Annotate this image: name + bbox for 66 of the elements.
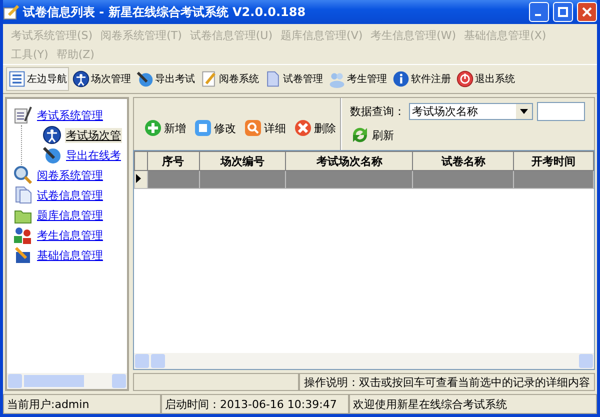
close-button[interactable]: [577, 2, 597, 22]
maximize-button[interactable]: [553, 2, 573, 22]
status-text: 当前用户:admin: [3, 394, 161, 414]
window-title: 试卷信息列表 - 新星在线综合考试系统 V2.0.0.188: [23, 4, 307, 20]
column-header[interactable]: 开考时间: [514, 152, 594, 170]
maximize-icon: [558, 7, 568, 17]
toolbar-icon: [72, 70, 90, 88]
horizontal-scrollbar[interactable]: [7, 373, 127, 389]
action-button[interactable]: 新增: [144, 119, 186, 137]
tree-link[interactable]: 题库信息管理: [36, 208, 104, 222]
toolbar-icon: [8, 70, 26, 88]
action-button[interactable]: 删除: [294, 119, 336, 137]
tree-link[interactable]: 考生信息管理: [36, 228, 104, 242]
tree-link[interactable]: 试卷信息管理: [36, 188, 104, 202]
minimize-icon: [535, 14, 541, 16]
toolbar-icon: [392, 70, 410, 88]
table-row[interactable]: [134, 170, 594, 188]
query-input[interactable]: [537, 102, 585, 121]
toolbar-button[interactable]: 退出系统: [454, 67, 517, 91]
tree-icon: [13, 245, 33, 265]
tree-link[interactable]: 考试场次管: [65, 128, 122, 142]
column-header[interactable]: 序号: [147, 152, 200, 170]
toolbar-icon: [264, 70, 282, 88]
column-header[interactable]: 试卷名称: [412, 152, 514, 170]
column-header[interactable]: 场次编号: [199, 152, 286, 170]
row-pointer-icon: [136, 174, 141, 183]
tree-link[interactable]: 阅卷系统管理: [36, 168, 104, 182]
refresh-button[interactable]: 刷新: [350, 125, 585, 145]
toolbar-button[interactable]: 考生管理: [326, 67, 389, 91]
query-label: 数据查询：: [350, 104, 405, 119]
tree-icon: [42, 125, 62, 145]
refresh-icon: [350, 125, 370, 145]
tree-link[interactable]: 导出在线考: [65, 148, 122, 162]
action-icon: [244, 119, 262, 137]
window-icon: [3, 4, 19, 20]
tree-icon: [13, 225, 33, 245]
toolbar-button[interactable]: 左边导航: [6, 67, 69, 91]
action-button[interactable]: 详细: [244, 119, 286, 137]
tree-icon: [13, 105, 33, 125]
minimize-button[interactable]: [529, 2, 549, 22]
toolbar-button[interactable]: 软件注册: [390, 67, 453, 91]
column-header[interactable]: 考试场次名称: [286, 152, 413, 170]
toolbar-button[interactable]: 场次管理: [70, 67, 133, 91]
toolbar-icon: [200, 70, 218, 88]
status-text: 启动时间：2013-06-16 10:39:47: [161, 394, 349, 414]
dropdown-arrow-icon: [520, 109, 528, 114]
tree-icon: [13, 185, 33, 205]
toolbar-icon: [136, 70, 154, 88]
toolbar-icon: [456, 70, 474, 88]
tree-link[interactable]: 考试系统管理: [36, 108, 104, 122]
action-icon: [194, 119, 212, 137]
toolbar-button[interactable]: 导出考试: [134, 67, 197, 91]
toolbar-button[interactable]: 试卷管理: [262, 67, 325, 91]
status-text: 欢迎使用新星在线综合考试系统: [349, 394, 597, 414]
toolbar-icon: [328, 70, 346, 88]
action-button[interactable]: 修改: [194, 119, 236, 137]
action-icon: [294, 119, 312, 137]
hint-text: 操作说明：双击或按回车可查看当前选中的记录的详细内容: [299, 373, 595, 391]
tree-icon: [13, 165, 33, 185]
action-icon: [144, 119, 162, 137]
toolbar-button[interactable]: 阅卷系统: [198, 67, 261, 91]
query-dropdown[interactable]: 考试场次名称: [409, 103, 533, 120]
tree-link[interactable]: 基础信息管理: [36, 248, 104, 262]
close-icon: [582, 7, 592, 17]
horizontal-scrollbar[interactable]: [134, 353, 594, 369]
tree-icon: [42, 145, 62, 165]
